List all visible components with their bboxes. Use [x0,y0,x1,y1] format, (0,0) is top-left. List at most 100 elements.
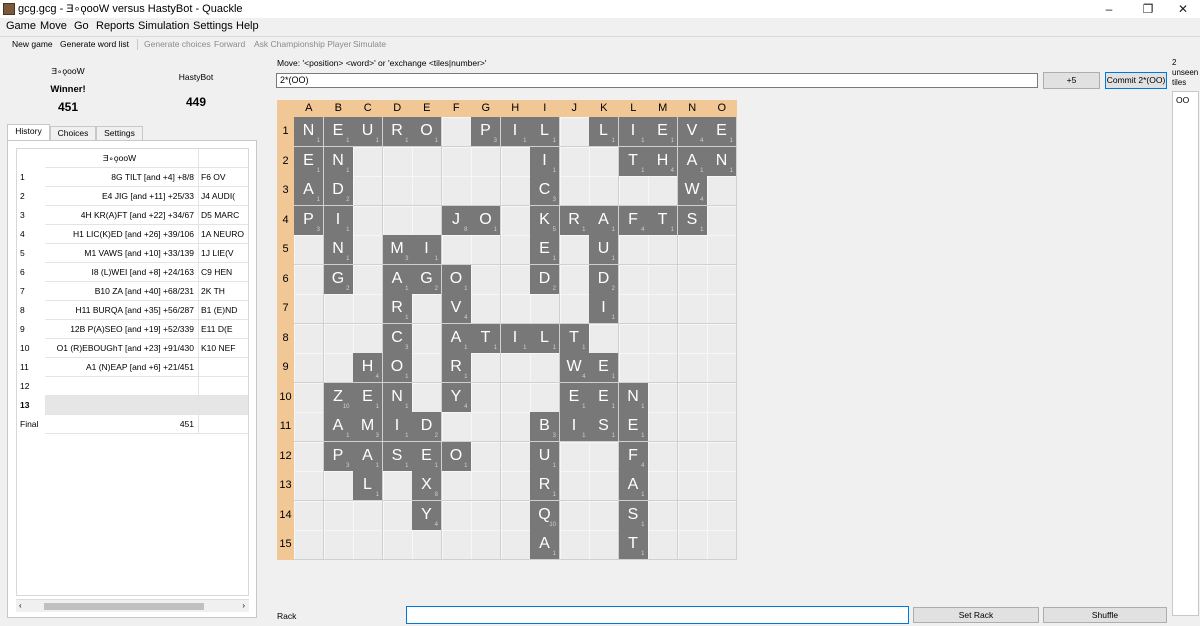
empty-square[interactable] [500,500,530,530]
empty-square[interactable] [589,500,618,530]
empty-square[interactable] [707,471,736,500]
empty-square[interactable] [294,471,323,500]
empty-square[interactable] [500,235,530,264]
empty-square[interactable] [441,412,471,441]
empty-square[interactable] [500,176,530,205]
empty-square[interactable] [500,441,530,471]
shuffle-button[interactable]: Shuffle [1043,607,1167,623]
empty-square[interactable] [677,412,707,441]
empty-square[interactable] [412,353,441,382]
empty-square[interactable] [677,294,707,323]
empty-square[interactable] [707,235,736,264]
empty-square[interactable] [471,412,500,441]
move-input[interactable]: 2*(OO) [276,73,1038,88]
empty-square[interactable] [648,176,677,205]
empty-square[interactable] [707,441,736,471]
empty-square[interactable] [441,235,471,264]
empty-square[interactable] [618,235,648,264]
empty-square[interactable] [677,235,707,264]
table-row[interactable]: 9 12B P(A)SEO [and +19] +52/339 E11 D(E [17,320,248,339]
empty-square[interactable] [323,323,353,353]
empty-square[interactable] [412,382,441,412]
empty-square[interactable] [412,146,441,176]
empty-square[interactable] [530,382,559,412]
tab-settings[interactable]: Settings [96,126,143,140]
empty-square[interactable] [559,146,589,176]
empty-square[interactable] [323,294,353,323]
empty-square[interactable] [500,264,530,294]
empty-square[interactable] [471,382,500,412]
empty-square[interactable] [589,146,618,176]
empty-square[interactable] [294,235,323,264]
empty-square[interactable] [618,176,648,205]
empty-square[interactable] [589,530,618,559]
empty-square[interactable] [471,441,500,471]
empty-square[interactable] [471,264,500,294]
empty-square[interactable] [353,235,382,264]
empty-square[interactable] [471,500,500,530]
maximize-button[interactable]: ❐ [1131,0,1165,18]
empty-square[interactable] [323,530,353,559]
empty-square[interactable] [559,294,589,323]
table-row[interactable]: 8 H11 BURQA [and +35] +56/287 B1 (E)ND [17,301,248,320]
empty-square[interactable] [677,500,707,530]
menu-move[interactable]: Move [40,20,67,32]
empty-square[interactable] [707,176,736,205]
rack-input[interactable] [406,606,909,624]
new-game-button[interactable]: New game [12,39,53,49]
generate-word-list-button[interactable]: Generate word list [60,39,129,49]
empty-square[interactable] [412,530,441,559]
game-board[interactable]: A B C D E F G H I J K L M N O 1 2 3 4 5 6 7 8 9 10 11 12 13 14 15 N 1 E 1… [277,100,737,560]
empty-square[interactable] [353,323,382,353]
empty-square[interactable] [500,530,530,559]
empty-square[interactable] [353,264,382,294]
table-row[interactable]: 1 8G TILT [and +4] +8/8 F6 OV [17,168,248,187]
menu-game[interactable]: Game [6,20,36,32]
empty-square[interactable] [707,264,736,294]
empty-square[interactable] [707,353,736,382]
empty-square[interactable] [412,323,441,353]
ask-championship-player-button[interactable]: Ask Championship Player [254,39,351,49]
scrollbar-thumb[interactable] [44,603,204,610]
empty-square[interactable] [412,294,441,323]
empty-square[interactable] [618,294,648,323]
empty-square[interactable] [412,205,441,235]
empty-square[interactable] [559,471,589,500]
empty-square[interactable] [353,205,382,235]
close-button[interactable]: ✕ [1166,0,1200,18]
empty-square[interactable] [677,441,707,471]
empty-square[interactable] [294,353,323,382]
empty-square[interactable] [618,353,648,382]
table-row[interactable]: 3 4H KR(A)FT [and +22] +34/67 D5 MARC [17,206,248,225]
empty-square[interactable] [471,471,500,500]
empty-square[interactable] [323,353,353,382]
empty-square[interactable] [707,205,736,235]
table-row[interactable]: 7 B10 ZA [and +40] +68/231 2K TH [17,282,248,301]
empty-square[interactable] [500,412,530,441]
history-table[interactable]: Ǝ∘ǫooW 1 8G TILT [and +4] +8/8 F6 OV 2 E4 JIG… [16,148,249,596]
empty-square[interactable] [294,500,323,530]
empty-square[interactable] [589,441,618,471]
empty-square[interactable] [294,412,323,441]
empty-square[interactable] [559,500,589,530]
empty-square[interactable] [471,176,500,205]
empty-square[interactable] [648,471,677,500]
empty-square[interactable] [471,353,500,382]
empty-square[interactable] [707,500,736,530]
empty-square[interactable] [648,353,677,382]
minimize-button[interactable]: – [1092,0,1126,18]
menu-settings[interactable]: Settings [193,20,233,32]
empty-square[interactable] [648,264,677,294]
empty-square[interactable] [323,500,353,530]
empty-square[interactable] [618,323,648,353]
empty-square[interactable] [500,146,530,176]
empty-square[interactable] [441,146,471,176]
empty-square[interactable] [589,323,618,353]
table-row[interactable]: 11 A1 (N)EAP [and +6] +21/451 [17,358,248,377]
empty-square[interactable] [648,323,677,353]
empty-square[interactable] [294,323,323,353]
empty-square[interactable] [559,117,589,146]
empty-square[interactable] [471,235,500,264]
menu-reports[interactable]: Reports [96,20,135,32]
empty-square[interactable] [648,500,677,530]
